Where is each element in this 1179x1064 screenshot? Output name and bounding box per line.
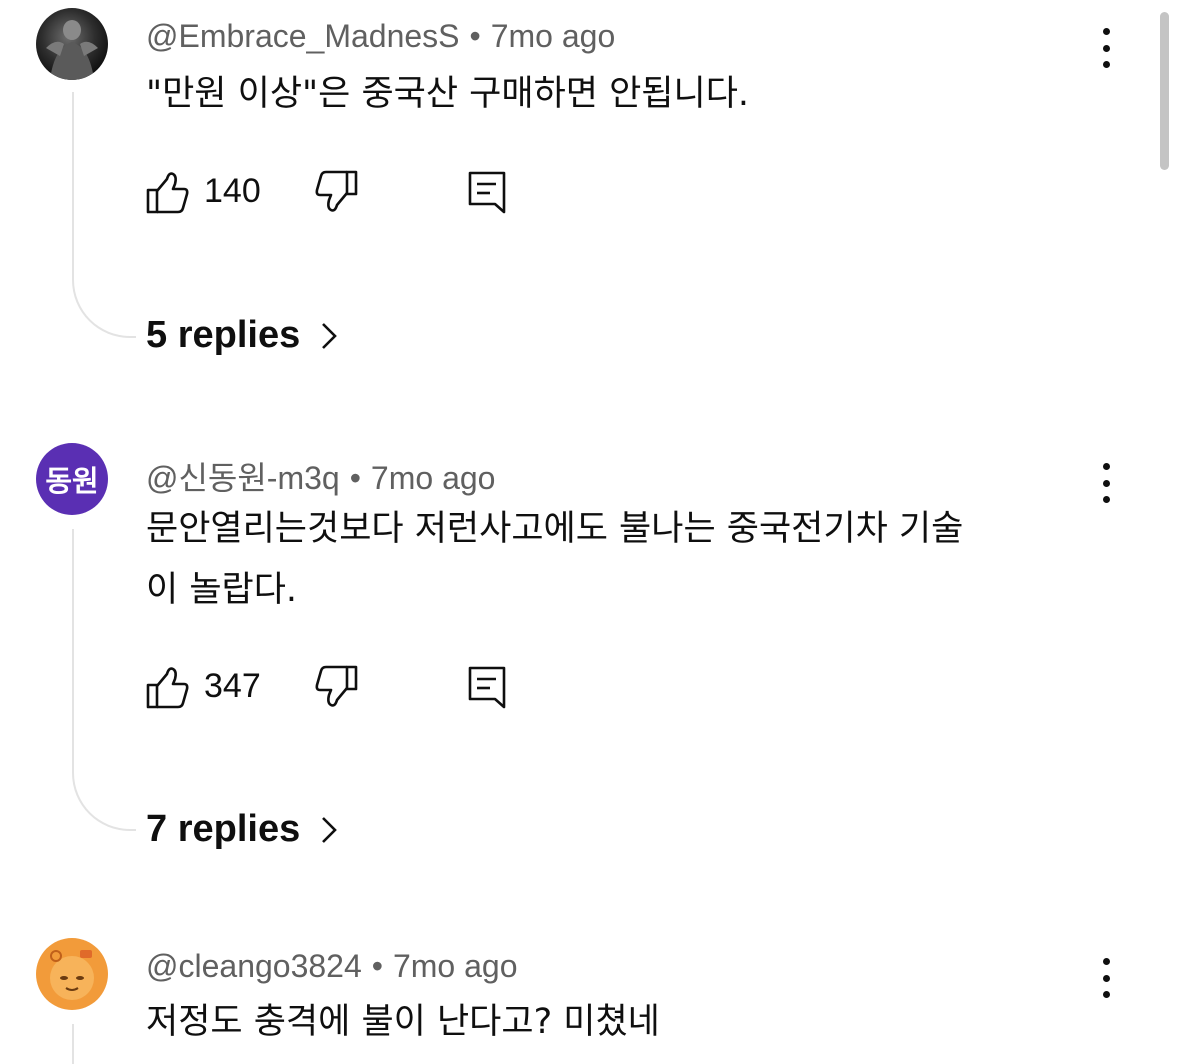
view-replies-button[interactable]: 5 replies	[146, 314, 338, 357]
more-vert-icon[interactable]	[1096, 28, 1116, 68]
avatar[interactable]	[36, 938, 108, 1010]
comment-3: @cleango3824 • 7mo ago 저정도 충격에 불이 난다고? 미쳤네	[0, 938, 1150, 1064]
thread-line	[72, 92, 136, 338]
avatar-initials: 동원	[45, 464, 99, 498]
thumbs-down-icon[interactable]	[314, 170, 358, 214]
comment-time[interactable]: 7mo ago	[371, 460, 496, 496]
separator-dot: •	[349, 460, 361, 496]
avatar[interactable]	[36, 8, 108, 80]
thumbs-down-icon[interactable]	[314, 665, 358, 709]
separator-dot: •	[469, 18, 481, 54]
thread-line	[72, 1024, 136, 1064]
separator-dot: •	[371, 948, 383, 984]
comment-actions: 347	[146, 665, 526, 709]
avatar-photo	[46, 20, 98, 80]
like-count: 347	[204, 667, 261, 705]
comment-actions: 140	[146, 170, 526, 214]
comment-meta: @신동원-m3q • 7mo ago	[146, 453, 495, 499]
thumbs-up-icon[interactable]	[146, 665, 190, 709]
reply-icon[interactable]	[466, 665, 510, 709]
reply-icon[interactable]	[466, 170, 510, 214]
comment-text-line: 문안열리는것보다 저런사고에도 불나는 중국전기차 기술	[146, 509, 964, 549]
replies-label: 7 replies	[146, 808, 301, 850]
comment-text-line: 이 놀랍다.	[146, 570, 298, 610]
comment-text-line: "만원 이상"은 중국산 구매하면 안됩니다.	[146, 74, 750, 114]
scrollbar[interactable]	[1160, 12, 1169, 170]
replies-label: 5 replies	[146, 314, 301, 356]
thumbs-up-icon[interactable]	[146, 170, 190, 214]
chevron-right-icon	[322, 322, 338, 349]
thread-line	[72, 529, 136, 831]
author-name[interactable]: @신동원-m3q	[146, 460, 340, 496]
like-count: 140	[204, 172, 261, 210]
comment-meta: @Embrace_MadnesS • 7mo ago	[146, 18, 615, 55]
comment-time[interactable]: 7mo ago	[393, 948, 518, 984]
comment-text: "만원 이상"은 중국산 구매하면 안됩니다.	[146, 64, 1086, 125]
view-replies-button[interactable]: 7 replies	[146, 808, 338, 851]
avatar-character	[50, 950, 94, 1000]
comment-text: 문안열리는것보다 저런사고에도 불나는 중국전기차 기술 이 놀랍다.	[146, 499, 1086, 621]
chevron-right-icon	[322, 816, 338, 843]
comment-meta: @cleango3824 • 7mo ago	[146, 948, 518, 985]
more-vert-icon[interactable]	[1096, 463, 1116, 503]
comment-2: 동원 @신동원-m3q • 7mo ago 문안열리는것보다 저런사고에도 불나는 …	[0, 443, 1150, 863]
avatar[interactable]: 동원	[36, 443, 108, 515]
more-vert-icon[interactable]	[1096, 958, 1116, 998]
author-name[interactable]: @cleango3824	[146, 948, 362, 984]
comment-1: @Embrace_MadnesS • 7mo ago "만원 이상"은 중국산 구매…	[0, 8, 1150, 388]
author-name[interactable]: @Embrace_MadnesS	[146, 18, 460, 54]
comment-time[interactable]: 7mo ago	[491, 18, 616, 54]
